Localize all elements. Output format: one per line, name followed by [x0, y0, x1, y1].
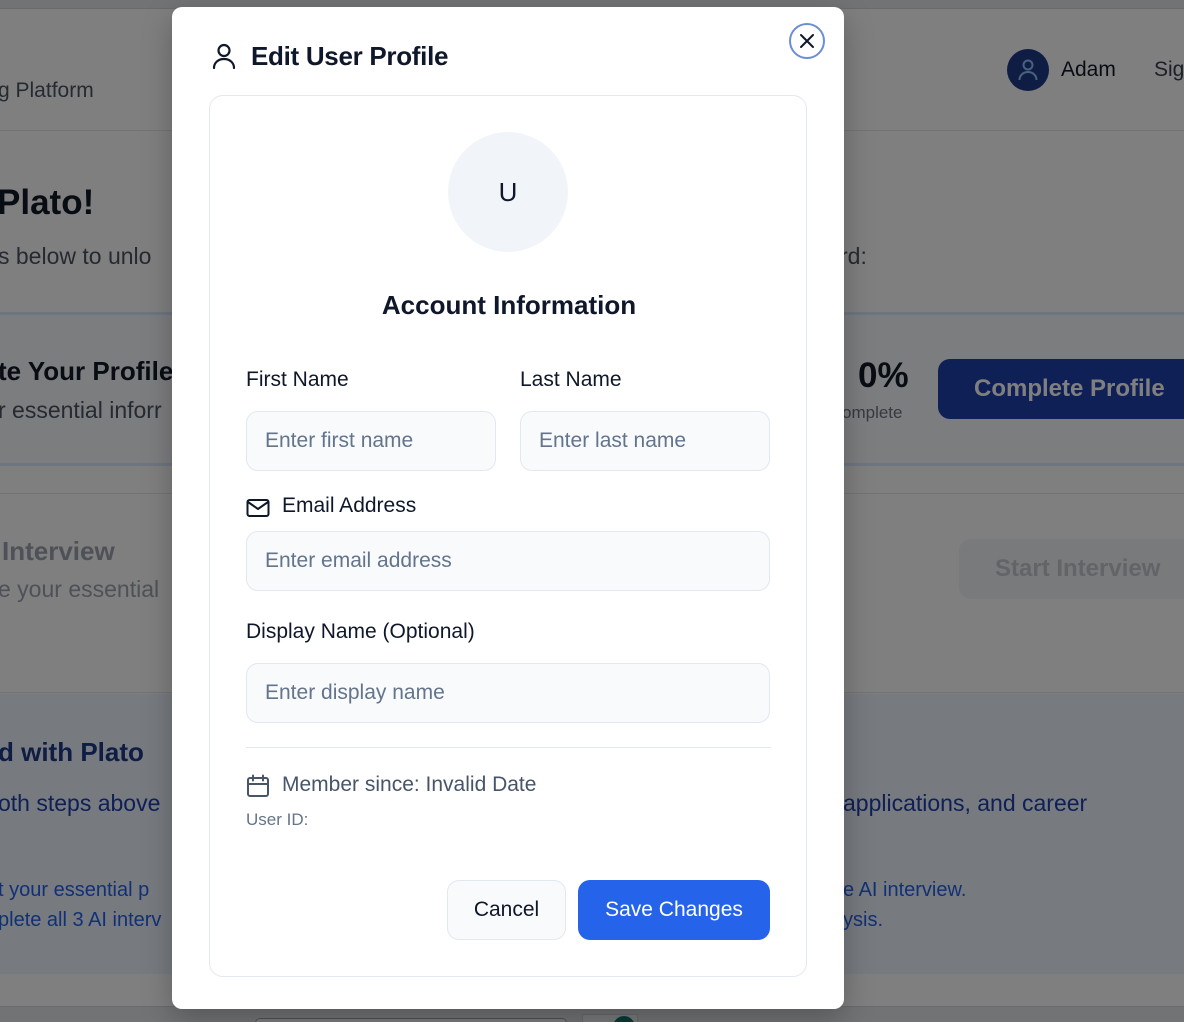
first-name-label: First Name	[246, 368, 349, 391]
email-label: Email Address	[282, 494, 417, 517]
calendar-icon	[247, 774, 269, 797]
user-icon	[212, 43, 236, 69]
first-name-input[interactable]	[246, 411, 496, 471]
section-title: Account Information	[381, 290, 637, 320]
display-name-input[interactable]	[246, 663, 770, 723]
save-changes-button[interactable]: Save Changes	[578, 880, 770, 940]
close-icon	[800, 34, 814, 48]
last-name-label: Last Name	[520, 368, 622, 391]
edit-profile-modal: Edit User Profile U Account Information …	[172, 7, 844, 1009]
mail-icon	[246, 499, 270, 517]
modal-title: Edit User Profile	[251, 41, 449, 71]
divider	[246, 747, 771, 748]
avatar-initial: U	[498, 176, 518, 207]
avatar[interactable]: U	[448, 132, 568, 252]
member-since-text: Member since: Invalid Date	[282, 773, 537, 796]
close-button[interactable]	[789, 23, 825, 59]
account-card: U Account Information First Name Last Na…	[209, 95, 807, 977]
email-input[interactable]	[246, 531, 770, 591]
user-id-text: User ID:	[246, 810, 309, 829]
cancel-button[interactable]: Cancel	[447, 880, 566, 940]
display-name-label: Display Name (Optional)	[246, 620, 475, 643]
last-name-input[interactable]	[520, 411, 770, 471]
